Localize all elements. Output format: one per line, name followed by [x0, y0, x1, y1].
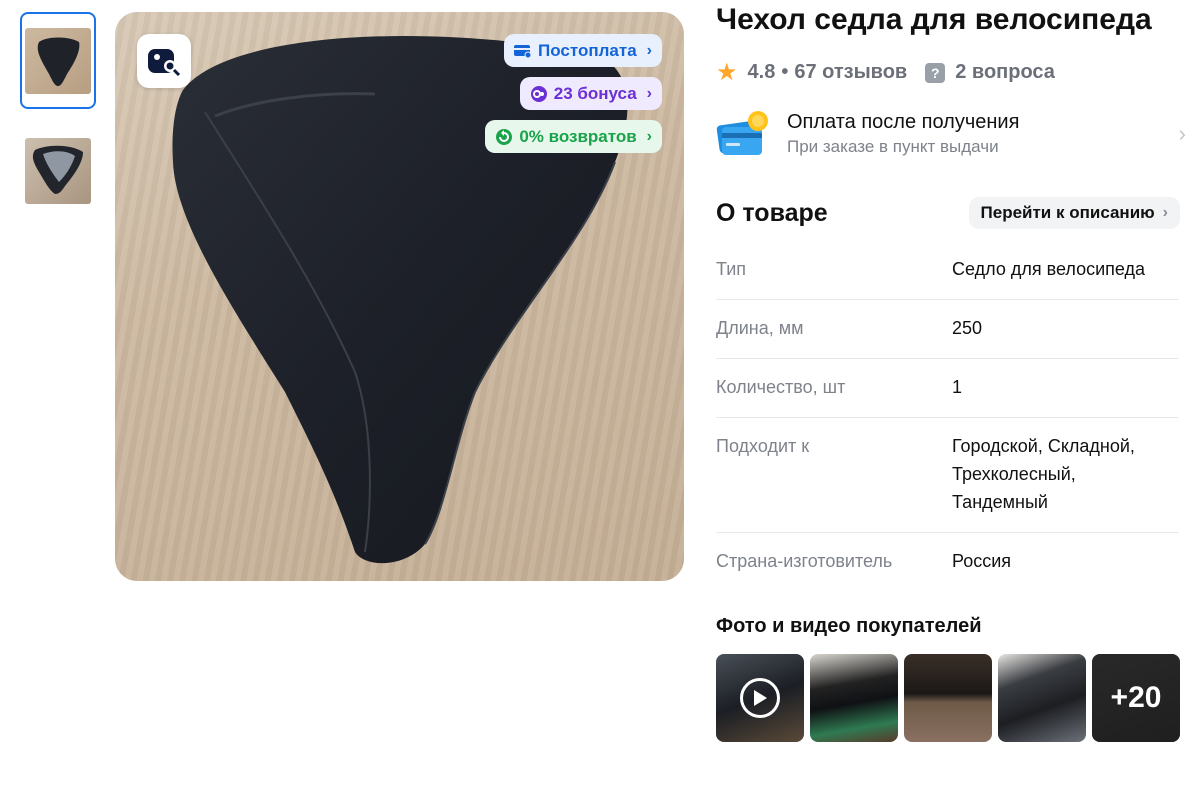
payment-title: Оплата после получения: [787, 111, 1020, 133]
photo-search-button[interactable]: [137, 34, 191, 88]
spec-value: 250: [952, 318, 983, 338]
thumbnail-1[interactable]: [20, 12, 96, 109]
spec-row: Подходит к Городской, Складной, Трехколе…: [716, 418, 1178, 533]
buyer-video[interactable]: [716, 654, 804, 742]
spec-key: Страна-изготовитель: [716, 551, 893, 571]
chevron-right-icon: ›: [1162, 204, 1168, 221]
question-icon: ?: [925, 62, 946, 83]
chevron-right-icon: ›: [646, 84, 652, 102]
goto-description-button[interactable]: Перейти к описанию ›: [968, 197, 1180, 229]
thumbnail-2[interactable]: [20, 122, 96, 219]
buyer-photo[interactable]: [810, 654, 898, 742]
product-info: Чехол седла для велосипеда ★ 4.8 • 67 от…: [716, 0, 1200, 742]
questions-label: 2 вопроса: [955, 61, 1055, 83]
spec-key: Подходит к: [716, 436, 810, 456]
rating-value: 4.8: [747, 61, 776, 83]
product-title: Чехол седла для велосипеда: [716, 3, 1152, 36]
spec-row: Тип Седло для велосипеда: [716, 241, 1178, 300]
postpay-label: Постоплата: [538, 40, 637, 60]
returns-label: 0% возвратов: [519, 126, 637, 146]
returns-badge[interactable]: 0% возвратов ›: [485, 120, 662, 153]
postpay-badge[interactable]: Постоплата ›: [504, 34, 662, 67]
thumbnail-image: [25, 137, 91, 204]
spec-row: Страна-изготовитель Россия: [716, 533, 1178, 591]
spec-key: Количество, шт: [716, 377, 846, 397]
reviews-link[interactable]: 67 отзывов: [794, 61, 907, 84]
spec-row: Количество, шт 1: [716, 359, 1178, 418]
spec-value: Россия: [952, 551, 1012, 571]
card-icon: [514, 44, 532, 58]
chevron-right-icon: ›: [646, 41, 652, 59]
spec-value: 1: [952, 377, 963, 397]
buyer-photo-more[interactable]: +20: [1092, 654, 1180, 742]
rating-separator: •: [781, 61, 789, 83]
bonus-label: 23 бонуса: [553, 83, 637, 103]
chevron-right-icon: ›: [1178, 121, 1186, 146]
bonus-icon: [530, 85, 547, 102]
about-header: О товаре Перейти к описанию ›: [716, 197, 1200, 229]
photo-search-icon: [148, 49, 181, 76]
spec-key: Длина, мм: [716, 318, 804, 338]
more-media-count: +20: [1092, 654, 1180, 742]
star-icon: ★: [716, 59, 738, 86]
buyers-media-list: +20: [716, 654, 1200, 742]
spec-table: Тип Седло для велосипеда Длина, мм 250 К…: [716, 241, 1178, 591]
bonus-badge[interactable]: 23 бонуса ›: [519, 77, 662, 110]
spec-value: Городской, Складной, Трехколесный, Танде…: [952, 436, 1135, 512]
payment-subtitle: При заказе в пункт выдачи: [787, 137, 999, 156]
spec-row: Длина, мм 250: [716, 300, 1178, 359]
buyer-photo[interactable]: [904, 654, 992, 742]
buyers-media-title: Фото и видео покупателей: [716, 615, 982, 637]
about-heading: О товаре: [716, 198, 828, 227]
rating-row: ★ 4.8 • 67 отзывов ? 2 вопроса: [716, 58, 1200, 87]
return-icon: [496, 128, 513, 145]
goto-description-label: Перейти к описанию: [980, 203, 1155, 222]
spec-key: Тип: [716, 259, 747, 279]
spec-value: Седло для велосипеда: [952, 259, 1146, 279]
play-icon: [740, 678, 780, 718]
thumbnail-list: [20, 12, 96, 232]
card-icon: [716, 109, 770, 159]
thumbnail-image: [25, 27, 91, 94]
badge-group: Постоплата › 23 бонуса › 0% возвратов ›: [485, 34, 662, 153]
main-product-photo[interactable]: Постоплата › 23 бонуса › 0% возвратов ›: [115, 12, 684, 581]
chevron-right-icon: ›: [646, 127, 652, 145]
questions-link[interactable]: ? 2 вопроса: [925, 61, 1055, 84]
buyer-photo[interactable]: [998, 654, 1086, 742]
postpay-info[interactable]: Оплата после получения При заказе в пунк…: [716, 107, 1200, 161]
